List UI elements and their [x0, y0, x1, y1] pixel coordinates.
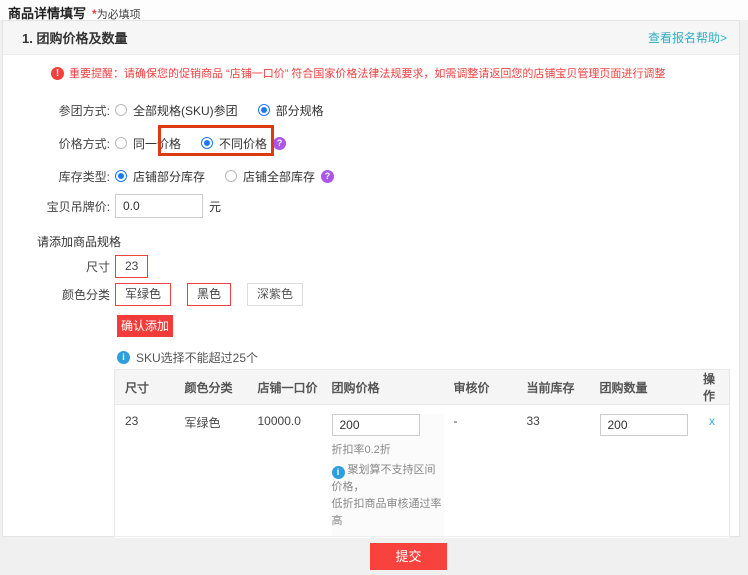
col-header-audit-price: 审核价 — [444, 370, 517, 405]
sku-table-header-row: 尺寸 颜色分类 店铺一口价 团购价格 审核价 当前库存 团购数量 操作 — [115, 370, 730, 405]
color-option-dark-purple[interactable]: 深紫色 — [247, 283, 303, 306]
tag-price-label: 宝贝吊牌价: — [3, 198, 110, 215]
help-link[interactable]: 查看报名帮助> — [648, 29, 727, 46]
radio-partial-sku-label[interactable]: 部分规格 — [276, 102, 324, 119]
section-title: 1. 团购价格及数量 — [22, 28, 127, 47]
spec-section-label: 请添加商品规格 — [37, 233, 121, 250]
group-qty-input[interactable] — [600, 414, 688, 436]
radio-all-sku[interactable] — [115, 104, 127, 116]
stock-type-label: 库存类型: — [3, 168, 110, 185]
group-price-input[interactable] — [332, 414, 420, 436]
main-panel: 1. 团购价格及数量 查看报名帮助> ! 重要提醒：请确保您的促销商品 “店铺一… — [2, 20, 740, 537]
cell-shop-price: 10000.0 — [248, 405, 322, 537]
cell-size: 23 — [115, 405, 175, 537]
col-header-qty: 团购数量 — [590, 370, 687, 405]
radio-partial-stock-label[interactable]: 店铺部分库存 — [133, 168, 205, 185]
section-header: 1. 团购价格及数量 查看报名帮助> — [3, 21, 739, 55]
stock-type-row: 库存类型: 店铺部分库存 店铺全部库存 ? — [3, 166, 334, 186]
radio-diff-price-label[interactable]: 不同价格 — [219, 135, 267, 152]
cell-audit-price: - — [444, 405, 517, 537]
join-mode-row: 参团方式: 全部规格(SKU)参团 部分规格 — [3, 100, 324, 120]
col-header-action: 操作 — [687, 370, 730, 405]
join-mode-label: 参团方式: — [3, 102, 110, 119]
radio-all-stock-label[interactable]: 店铺全部库存 — [243, 168, 315, 185]
radio-all-stock[interactable] — [225, 170, 237, 182]
price-mode-help-icon[interactable]: ? — [273, 137, 286, 150]
size-option-23[interactable]: 23 — [115, 255, 148, 278]
warning-bar: ! 重要提醒：请确保您的促销商品 “店铺一口价” 符合国家价格法律法规要求，如需… — [51, 65, 665, 81]
color-label: 颜色分类 — [3, 286, 110, 303]
cell-color: 军绿色 — [175, 405, 248, 537]
radio-same-price[interactable] — [115, 137, 127, 149]
radio-partial-sku[interactable] — [258, 104, 270, 116]
confirm-add-button[interactable]: 确认添加 — [117, 315, 173, 337]
color-spec-row: 颜色分类 军绿色 黑色 深紫色 — [3, 283, 313, 306]
tag-price-row: 宝贝吊牌价: 元 — [3, 194, 221, 218]
stock-type-help-icon[interactable]: ? — [321, 170, 334, 183]
cell-qty — [590, 405, 687, 537]
radio-partial-stock[interactable] — [115, 170, 127, 182]
radio-all-sku-label[interactable]: 全部规格(SKU)参团 — [133, 102, 238, 119]
page-header: 商品详情填写*为必填项 — [0, 0, 748, 20]
cell-group-price: 折扣率0.2折 i聚划算不支持区间价格， 低折扣商品审核通过率高 — [322, 405, 444, 537]
col-header-stock: 当前库存 — [517, 370, 590, 405]
screen: 商品详情填写*为必填项 1. 团购价格及数量 查看报名帮助> ! 重要提醒：请确… — [0, 0, 748, 575]
tag-price-input[interactable] — [115, 194, 203, 218]
tag-price-unit: 元 — [209, 198, 221, 215]
color-option-black[interactable]: 黑色 — [187, 283, 231, 306]
col-header-group-price: 团购价格 — [322, 370, 444, 405]
price-tip-line1: 聚划算不支持区间价格， — [332, 464, 436, 493]
col-header-color: 颜色分类 — [175, 370, 248, 405]
radio-same-price-label[interactable]: 同一价格 — [133, 135, 181, 152]
delete-row-icon[interactable]: x — [709, 414, 715, 428]
submit-button[interactable]: 提交 — [370, 543, 447, 570]
size-spec-row: 尺寸 23 — [3, 255, 158, 278]
cell-action: x — [687, 405, 730, 537]
sku-table-row: 23 军绿色 10000.0 折扣率0.2折 i聚划算不支持区间价格， 低折扣商品… — [115, 405, 730, 537]
page-title: 商品详情填写 — [8, 6, 86, 21]
discount-note: 折扣率0.2折 — [332, 441, 444, 457]
price-tip: i聚划算不支持区间价格， 低折扣商品审核通过率高 — [332, 462, 444, 530]
color-option-army-green[interactable]: 军绿色 — [115, 283, 171, 306]
size-label: 尺寸 — [3, 258, 110, 275]
price-tip-line2: 低折扣商品审核通过率高 — [332, 498, 442, 527]
sku-limit-text: SKU选择不能超过25个 — [136, 349, 258, 366]
warning-text: 重要提醒：请确保您的促销商品 “店铺一口价” 符合国家价格法律法规要求，如需调整… — [69, 65, 665, 81]
sku-limit-note: i SKU选择不能超过25个 — [117, 349, 258, 366]
info-icon: i — [117, 351, 130, 364]
radio-diff-price[interactable] — [201, 137, 213, 149]
alert-icon: ! — [51, 67, 64, 80]
cell-stock: 33 — [517, 405, 590, 537]
col-header-shop-price: 店铺一口价 — [248, 370, 322, 405]
price-mode-row: 价格方式: 同一价格 不同价格 ? — [3, 133, 286, 153]
col-header-size: 尺寸 — [115, 370, 175, 405]
price-mode-label: 价格方式: — [3, 135, 110, 152]
info-icon: i — [332, 466, 345, 479]
